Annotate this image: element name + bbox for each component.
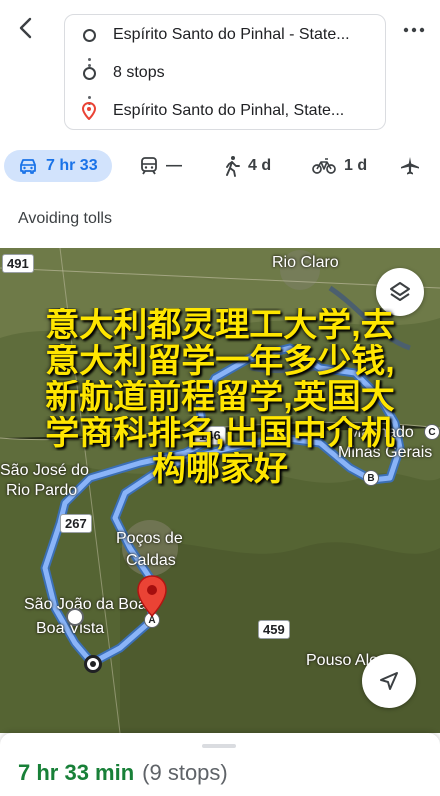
more-options-button[interactable]	[398, 16, 430, 44]
flight-icon	[401, 157, 419, 175]
tab-bike[interactable]: 1 d	[312, 150, 367, 182]
stops-field[interactable]: 8 stops	[65, 55, 385, 91]
tab-flight[interactable]	[400, 150, 420, 182]
overlay-text-line-3: 新航道前程留学,英国大	[45, 380, 395, 415]
destination-pin-icon[interactable]	[136, 574, 168, 618]
tab-transit[interactable]: —	[140, 150, 182, 182]
layers-icon	[390, 282, 410, 301]
road-sign-267: 267	[60, 514, 92, 533]
stops-icon	[82, 66, 96, 80]
transit-time: —	[166, 157, 182, 174]
overlay-text-line-4: 学商科排名,出国中介机	[45, 416, 395, 451]
train-icon	[141, 157, 157, 175]
travel-mode-tabs: 7 hr 33 — 4 d 1 d	[0, 146, 440, 186]
car-icon	[20, 159, 36, 174]
waypoint-marker[interactable]	[66, 608, 84, 626]
directions-header: Espírito Santo do Pinhal - State... 8 st…	[0, 0, 440, 140]
origin-field[interactable]: Espírito Santo do Pinhal - State...	[65, 17, 385, 53]
avoiding-tolls-label: Avoiding tolls	[18, 210, 112, 227]
road-sign-459: 459	[258, 620, 290, 639]
total-stops: (9 stops)	[142, 760, 228, 785]
route-summary-sheet[interactable]: 7 hr 33 min (9 stops)	[0, 733, 440, 796]
walk-icon	[226, 156, 240, 177]
overlay-text-line-1: 意大利都灵理工大学,去	[45, 308, 395, 343]
destination-text: Espírito Santo do Pinhal, State...	[113, 102, 345, 119]
route-summary: 7 hr 33 min (9 stops)	[18, 760, 228, 786]
more-horiz-icon	[403, 27, 425, 33]
origin-text: Espírito Santo do Pinhal - State...	[113, 26, 350, 43]
sheet-drag-handle[interactable]	[202, 744, 236, 748]
my-location-button[interactable]	[362, 654, 416, 708]
origin-marker[interactable]	[84, 655, 102, 673]
stops-text: 8 stops	[113, 64, 165, 81]
navigation-arrow-icon	[380, 672, 398, 690]
road-sign-491: 491	[2, 254, 34, 273]
total-time: 7 hr 33 min	[18, 760, 135, 785]
arrow-back-icon	[19, 17, 32, 39]
origin-icon	[82, 28, 96, 42]
drive-time: 7 hr 33	[46, 157, 98, 174]
destination-field[interactable]: Espírito Santo do Pinhal, State...	[65, 93, 385, 129]
map-label-pocos: Poços de	[116, 530, 183, 547]
bicycle-icon	[312, 158, 336, 174]
route-card: Espírito Santo do Pinhal - State... 8 st…	[64, 14, 386, 130]
destination-pin-icon	[82, 102, 96, 120]
bike-time: 1 d	[344, 157, 368, 174]
overlay-text-line-5: 构哪家好	[152, 452, 288, 487]
map-label-rio-claro: Rio Claro	[272, 254, 339, 271]
back-button[interactable]	[10, 12, 42, 44]
map-label-caldas: Caldas	[126, 552, 176, 569]
overlay-text-line-2: 意大利留学一年多少钱,	[45, 344, 395, 379]
tab-walk[interactable]: 4 d	[224, 150, 271, 182]
map-label-sao-joao: São João da Boa	[24, 596, 147, 613]
tab-drive[interactable]: 7 hr 33	[4, 150, 112, 182]
walk-time: 4 d	[248, 157, 272, 174]
map-view[interactable]: 491 146 267 459 Rio Claro São José do Ri…	[0, 248, 440, 733]
